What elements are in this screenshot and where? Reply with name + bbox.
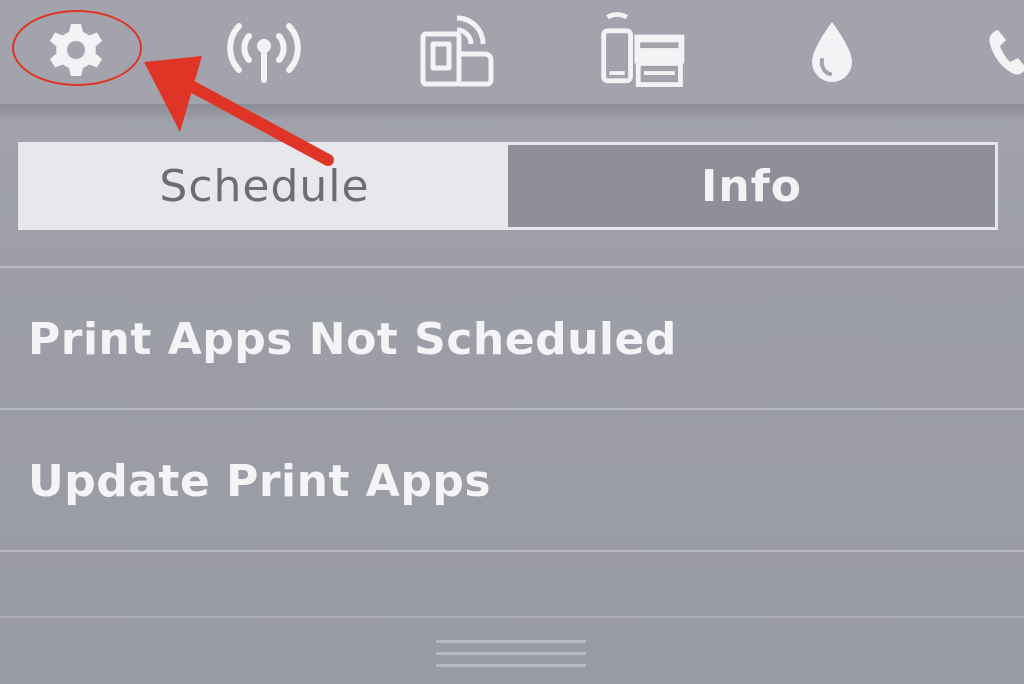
divider [0, 550, 1024, 552]
divider [0, 408, 1024, 410]
mobile-print-icon[interactable] [596, 8, 692, 92]
ink-drop-icon[interactable] [784, 8, 880, 92]
tab-info[interactable]: Info [508, 145, 995, 227]
list-item-update-print-apps[interactable]: Update Print Apps [0, 412, 1024, 550]
list-item-label: Print Apps Not Scheduled [28, 313, 677, 365]
wifi-direct-icon[interactable] [408, 8, 504, 92]
top-icon-bar [0, 0, 1024, 104]
tab-group: Schedule Info [18, 142, 998, 230]
list-item-print-apps-not-scheduled[interactable]: Print Apps Not Scheduled [0, 270, 1024, 408]
list-item-label: Update Print Apps [28, 455, 492, 507]
divider [0, 266, 1024, 268]
gear-icon[interactable] [28, 8, 124, 92]
phone-fax-icon[interactable] [972, 8, 1024, 92]
tab-schedule[interactable]: Schedule [21, 145, 508, 227]
drawer-handle[interactable] [436, 638, 586, 672]
printer-control-panel: Schedule Info Print Apps Not Scheduled U… [0, 0, 1024, 684]
topbar-shadow [0, 104, 1024, 118]
wireless-icon[interactable] [216, 8, 312, 92]
divider [0, 616, 1024, 618]
